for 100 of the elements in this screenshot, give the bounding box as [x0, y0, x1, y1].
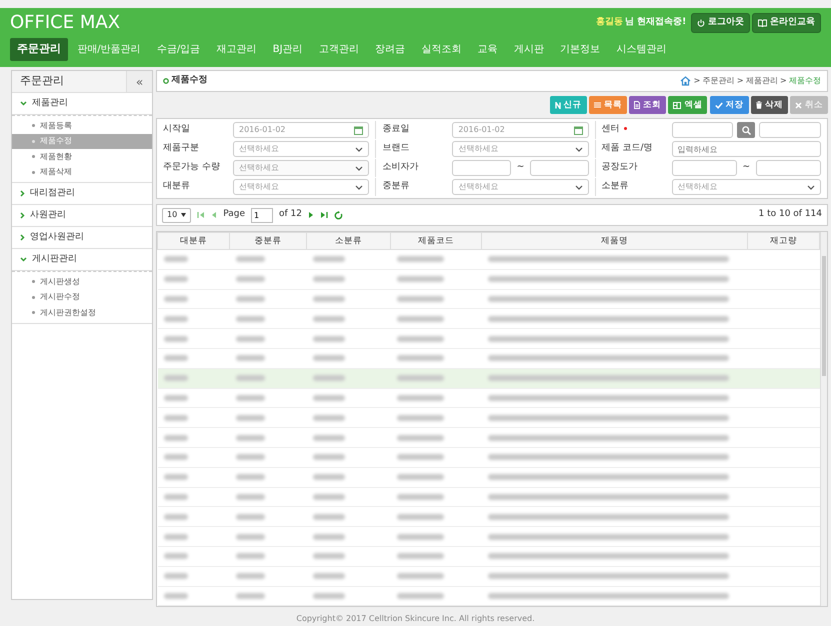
- refresh-button[interactable]: [334, 210, 343, 220]
- menu-tab[interactable]: 교육: [470, 38, 505, 60]
- menu-tab[interactable]: 장려금: [368, 38, 412, 60]
- calendar-icon[interactable]: [574, 126, 583, 134]
- table-row[interactable]: [158, 368, 820, 388]
- blurred-text: [236, 514, 265, 520]
- breadcrumb-link[interactable]: 주문관리: [702, 75, 735, 87]
- blurred-text: [236, 316, 265, 322]
- lookup-button[interactable]: [737, 122, 756, 138]
- blurred-text: [236, 256, 265, 262]
- breadcrumb-separator: >: [694, 75, 700, 87]
- select-field[interactable]: 선택하세요: [452, 141, 589, 157]
- blurred-text: [236, 534, 265, 540]
- scrollbar[interactable]: [820, 232, 827, 606]
- blurred-text: [396, 474, 444, 480]
- page-number-field[interactable]: 1: [250, 208, 273, 222]
- field-label: 소분류: [602, 180, 630, 194]
- select-field[interactable]: 선택하세요: [233, 179, 370, 195]
- text-field[interactable]: 입력하세요: [672, 141, 821, 157]
- blurred-text: [396, 494, 444, 500]
- column-header: 중분류: [230, 232, 306, 250]
- blurred-text: [396, 394, 444, 401]
- select-field[interactable]: 선택하세요: [672, 179, 821, 195]
- last-page-button[interactable]: [320, 211, 328, 219]
- education-button[interactable]: 온라인교육: [752, 13, 821, 33]
- menu-tab[interactable]: 기본정보: [553, 38, 608, 60]
- breadcrumb-link[interactable]: 제품관리: [746, 75, 778, 87]
- search-button[interactable]: 조회: [629, 96, 666, 114]
- field-label: 제품 코드/명: [602, 142, 654, 156]
- chevron-down-icon: [806, 184, 815, 190]
- excel-button[interactable]: 엑셀: [668, 96, 708, 114]
- field-label: 공장도가: [602, 161, 639, 174]
- new-button[interactable]: 신규: [550, 96, 586, 114]
- blurred-text: [164, 514, 188, 520]
- chevron-right-icon: [20, 234, 25, 241]
- menu-tab[interactable]: 판매/반품관리: [70, 38, 148, 60]
- menu-tab[interactable]: 고객관리: [312, 38, 366, 60]
- min-field[interactable]: [672, 160, 737, 176]
- calendar-icon[interactable]: [354, 126, 364, 134]
- date-field[interactable]: 2016-01-02: [452, 122, 589, 138]
- code-field[interactable]: [672, 122, 734, 138]
- blurred-text: [312, 276, 345, 282]
- blurred-text: [164, 474, 188, 480]
- blurred-text: [236, 454, 265, 460]
- sidebar-item[interactable]: 제품수정: [12, 134, 152, 149]
- login-status: 님 현재접속중!: [625, 16, 686, 30]
- blurred-text: [164, 336, 188, 342]
- menu-tab[interactable]: 시스템관리: [609, 38, 674, 60]
- blurred-text: [312, 474, 345, 480]
- blurred-text: [236, 276, 265, 282]
- name-field[interactable]: [759, 122, 821, 138]
- next-page-button[interactable]: [308, 211, 314, 219]
- blurred-text: [164, 573, 188, 580]
- menu-tab[interactable]: 주문관리: [10, 38, 68, 60]
- blurred-text: [396, 592, 444, 599]
- home-icon[interactable]: [680, 76, 692, 86]
- logout-button[interactable]: 로그아웃: [690, 13, 750, 33]
- column-header: 제품명: [482, 232, 748, 250]
- page-size-select[interactable]: 10: [162, 208, 192, 222]
- collapse-button[interactable]: «: [126, 71, 152, 92]
- menu-tab[interactable]: BJ관리: [266, 38, 310, 60]
- chevron-right-icon: [20, 190, 25, 197]
- list-icon: [594, 102, 601, 108]
- save-button[interactable]: 저장: [710, 96, 748, 114]
- select-field[interactable]: 선택하세요: [452, 179, 589, 195]
- field-label: 종료일: [382, 123, 410, 136]
- field-label: 제품구분: [163, 142, 200, 156]
- user-name: 홍길동: [596, 16, 623, 30]
- blurred-text: [164, 414, 188, 421]
- blurred-text: [164, 553, 188, 560]
- select-field[interactable]: 선택하세요: [233, 141, 370, 157]
- max-field[interactable]: [530, 160, 589, 176]
- delete-button[interactable]: 삭제: [750, 96, 788, 114]
- blurred-text: [312, 375, 345, 382]
- min-field[interactable]: [452, 160, 511, 176]
- chevron-down-icon: [20, 101, 27, 106]
- max-field[interactable]: [756, 160, 821, 176]
- previous-page-button[interactable]: [211, 211, 218, 219]
- blurred-text: [236, 474, 265, 480]
- copyright-text: Copyright© 2017 Celltrion Skincure Inc. All rights reserved.: [295, 613, 536, 626]
- list-button[interactable]: 목록: [588, 96, 627, 114]
- first-page-button[interactable]: [197, 211, 206, 219]
- date-field[interactable]: 2016-01-02: [233, 122, 370, 138]
- spreadsheet-icon: [673, 102, 682, 108]
- letter-n-icon: [554, 102, 560, 108]
- menu-tab[interactable]: 게시판: [506, 38, 551, 60]
- menu-tab[interactable]: 수금/입금: [150, 38, 208, 60]
- blurred-text: [236, 573, 265, 580]
- blurred-text: [312, 592, 345, 599]
- blurred-text: [312, 434, 345, 441]
- blurred-text: [312, 514, 345, 520]
- blurred-text: [312, 336, 345, 342]
- menu-tab[interactable]: 재고관리: [210, 38, 264, 60]
- blurred-text: [236, 592, 265, 599]
- blurred-text: [312, 573, 345, 580]
- page-count: of 12: [278, 208, 302, 222]
- menu-tab[interactable]: 실적조회: [414, 38, 468, 60]
- blurred-text: [236, 414, 265, 421]
- blurred-text: [236, 375, 265, 382]
- blurred-text: [396, 276, 444, 282]
